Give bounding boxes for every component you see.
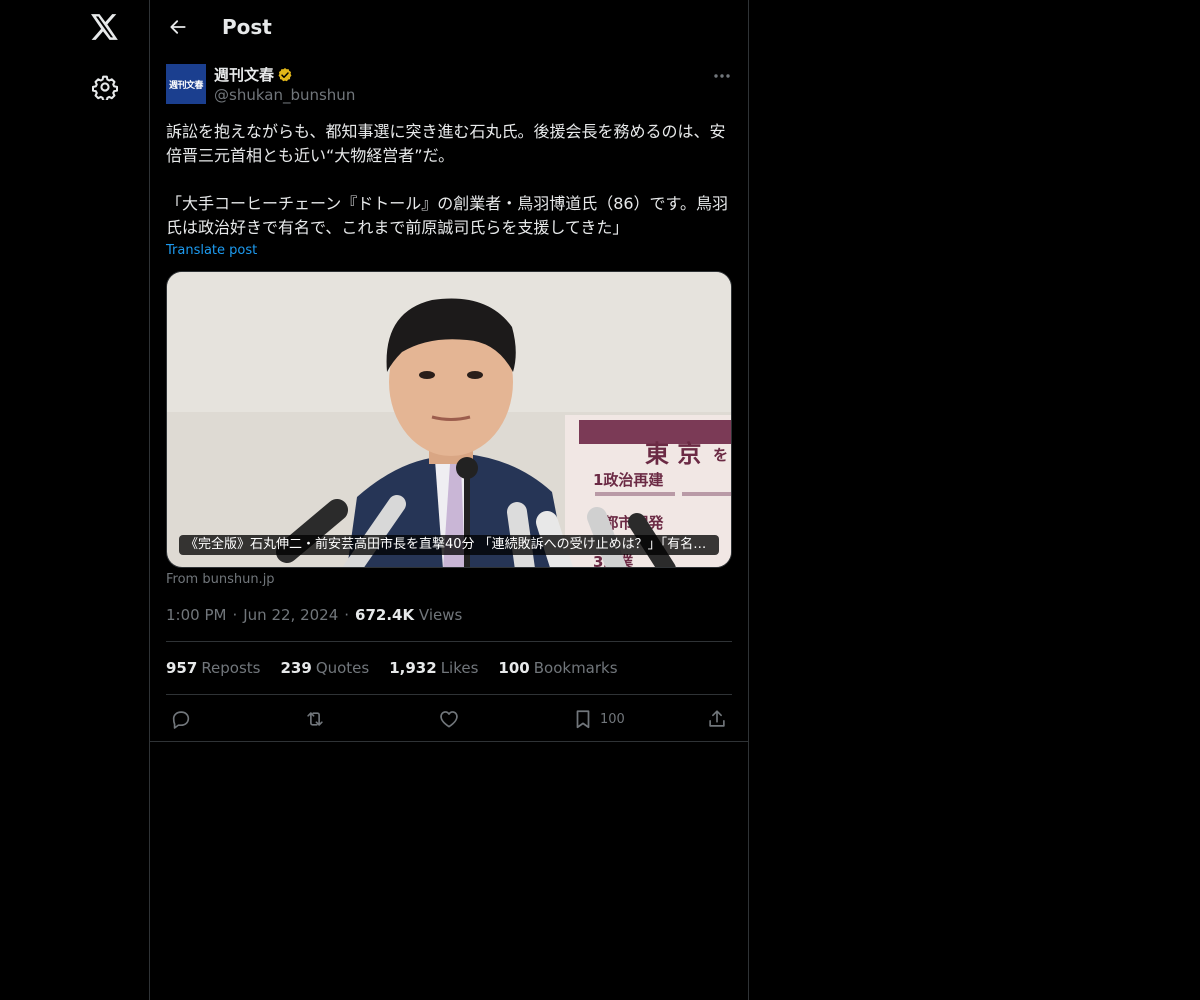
repost-icon: [307, 712, 323, 726]
like-icon: [440, 711, 458, 728]
divider: [166, 694, 732, 695]
back-arrow-icon: [170, 20, 186, 34]
link-card[interactable]: 東 京 を 1政治再建 2都市開発 3産業: [166, 271, 732, 568]
avatar[interactable]: 週刊文春: [166, 64, 206, 104]
quotes-label: Quotes: [315, 659, 370, 677]
action-bar: 100: [166, 705, 732, 733]
reply-button[interactable]: [170, 707, 192, 731]
author-handle[interactable]: @shukan_bunshun: [214, 85, 355, 105]
likes-count: 1,932: [389, 659, 437, 677]
reposts-stat[interactable]: 957 Reposts: [166, 658, 261, 678]
main-column: Post 週刊文春 週刊文春 @shukan_bunshun 訴訟を抱えながらも…: [149, 0, 749, 1000]
more-button[interactable]: [710, 66, 734, 86]
quotes-count: 239: [280, 659, 312, 677]
bookmarks-label: Bookmarks: [533, 659, 618, 677]
card-image: 東 京 を 1政治再建 2都市開発 3産業: [167, 272, 731, 567]
bookmark-count: 100: [600, 711, 625, 727]
card-caption: 《完全版》石丸伸二・前安芸高田市長を直撃40分 「連続敗訴への受け止めは？」「有…: [179, 535, 719, 555]
translate-post-link[interactable]: Translate post: [166, 242, 257, 260]
bookmarks-count: 100: [498, 659, 530, 677]
bookmark-icon: [576, 710, 590, 729]
svg-text:東 京: 東 京: [645, 440, 701, 468]
verified-badge-icon: [278, 68, 292, 82]
post-text: 訴訟を抱えながらも、都知事選に突き進む石丸氏。後援会長を務めるのは、安倍晋三元首…: [166, 122, 728, 237]
reposts-label: Reposts: [201, 659, 261, 677]
card-source[interactable]: From bunshun.jp: [166, 571, 275, 589]
divider: [166, 641, 732, 642]
timestamp-row: 1:00 PM · Jun 22, 2024 · 672.4K Views: [166, 605, 462, 625]
views-count: 672.4K: [355, 606, 415, 624]
share-button[interactable]: [706, 707, 728, 731]
bookmarks-stat[interactable]: 100 Bookmarks: [498, 658, 617, 678]
svg-text:1政治再建: 1政治再建: [593, 471, 664, 489]
author-name[interactable]: 週刊文春: [214, 65, 274, 85]
views-label: Views: [418, 606, 463, 624]
more-icon: [714, 74, 730, 78]
header: Post: [150, 0, 748, 54]
share-icon: [709, 710, 725, 727]
svg-text:を: を: [713, 446, 728, 464]
post: 週刊文春 週刊文春 @shukan_bunshun 訴訟を抱えながらも、都知事選…: [150, 54, 748, 742]
x-logo-icon[interactable]: [89, 11, 121, 43]
quotes-stat[interactable]: 239 Quotes: [281, 658, 370, 678]
back-button[interactable]: [164, 13, 192, 41]
likes-stat[interactable]: 1,932 Likes: [389, 658, 478, 678]
reply-icon: [172, 711, 190, 729]
repost-button[interactable]: [304, 707, 326, 731]
like-button[interactable]: [438, 707, 460, 731]
separator-dot: ·: [344, 606, 350, 624]
stats-row: 957 Reposts 239 Quotes 1,932 Likes 100 Bookm…: [166, 658, 618, 678]
bookmark-button[interactable]: 100: [572, 707, 625, 731]
post-date[interactable]: Jun 22, 2024: [243, 606, 338, 624]
post-time[interactable]: 1:00 PM: [166, 606, 226, 624]
separator-dot: ·: [232, 606, 238, 624]
left-nav: [0, 0, 150, 1000]
likes-label: Likes: [440, 659, 479, 677]
reposts-count: 957: [166, 659, 198, 677]
gear-icon[interactable]: [91, 73, 119, 101]
page-title: Post: [222, 15, 272, 39]
